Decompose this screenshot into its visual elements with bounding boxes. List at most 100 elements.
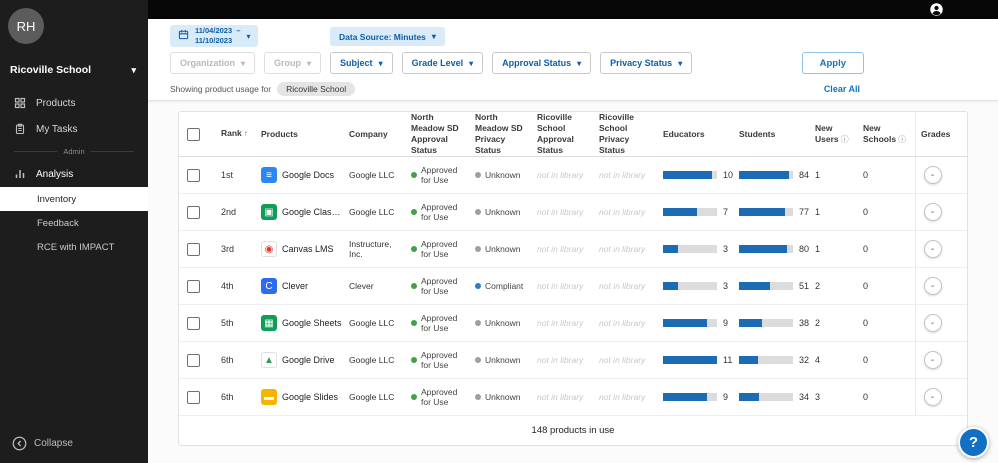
new-users-cell: 1 xyxy=(815,170,821,181)
nav-label: My Tasks xyxy=(36,123,78,135)
org-filter-chip[interactable]: Ricoville School xyxy=(277,82,356,96)
column-header-new-schools[interactable]: New Schools ⓘ xyxy=(863,123,915,145)
filter-panel: 11/04/2023 – 11/10/2023 ▾ Data Source: M… xyxy=(148,19,998,101)
product-link[interactable]: Google Docs xyxy=(282,170,334,180)
privacy-status-dot xyxy=(475,320,481,327)
row-checkbox[interactable] xyxy=(187,316,200,330)
row-checkbox[interactable] xyxy=(187,168,200,182)
org-switcher[interactable]: Ricoville School ▾ xyxy=(0,60,148,80)
rs-approval-cell: not in library xyxy=(537,318,584,329)
company-cell: Google LLC xyxy=(349,391,395,402)
new-users-cell: 4 xyxy=(815,355,821,366)
row-checkbox[interactable] xyxy=(187,205,200,219)
new-users-cell: 1 xyxy=(815,244,821,255)
grades-expand-button[interactable]: - xyxy=(923,388,942,407)
students-bar xyxy=(739,282,793,291)
nm-approval-cell: Approved for Use xyxy=(411,350,475,370)
row-checkbox[interactable] xyxy=(187,353,200,367)
approval-status-dropdown[interactable]: Approval Status ▾ xyxy=(492,52,592,74)
table-row: 4th C Clever Clever Approved for Use Com… xyxy=(179,268,967,306)
product-link[interactable]: Canvas LMS xyxy=(282,244,334,254)
help-button[interactable]: ? xyxy=(958,427,989,458)
nm-approval-cell: Approved for Use xyxy=(411,239,475,259)
sidebar-item-my-tasks[interactable]: My Tasks xyxy=(0,116,148,142)
grades-expand-button[interactable]: - xyxy=(923,203,942,222)
grades-cell: - xyxy=(915,231,955,268)
product-link[interactable]: Google Slides xyxy=(282,392,338,402)
company-cell: Google LLC xyxy=(349,317,395,328)
nav-label: Products xyxy=(36,97,76,109)
educators-bar xyxy=(663,282,717,291)
sidebar-item-feedback[interactable]: Feedback xyxy=(0,211,148,235)
educators-bar xyxy=(663,319,717,328)
org-name: Ricoville School xyxy=(10,64,92,76)
new-schools-cell: 0 xyxy=(863,170,869,181)
data-source-dropdown[interactable]: Data Source: Minutes ▾ xyxy=(330,27,445,46)
product-link[interactable]: Google Classro... xyxy=(282,207,343,217)
row-checkbox[interactable] xyxy=(187,242,200,256)
new-users-cell: 2 xyxy=(815,281,821,292)
grades-expand-button[interactable]: - xyxy=(923,240,942,259)
new-schools-cell: 0 xyxy=(863,318,869,329)
filter-dropdowns: Organization ▾ Group ▾ Subject ▾ Grade Leve… xyxy=(170,52,693,74)
subject-dropdown[interactable]: Subject ▾ xyxy=(330,52,393,74)
grid-icon xyxy=(13,96,27,110)
avatar[interactable]: RH xyxy=(8,8,44,44)
privacy-status-dot xyxy=(475,209,481,216)
google-slides-icon: ▬ xyxy=(261,389,277,406)
column-header-educators[interactable]: Educators xyxy=(663,129,739,140)
privacy-status-dropdown[interactable]: Privacy Status ▾ xyxy=(600,52,693,74)
sidebar-item-products[interactable]: Products xyxy=(0,90,148,116)
table-row: 1st ≡ Google Docs Google LLC Approved fo… xyxy=(179,157,967,195)
grade-level-dropdown[interactable]: Grade Level ▾ xyxy=(401,52,484,74)
rs-privacy-cell: not in library xyxy=(599,355,646,366)
approval-status-dot xyxy=(411,320,417,327)
nm-privacy-cell: Unknown xyxy=(475,318,537,328)
column-header-nm-approval-status[interactable]: North Meadow SD Approval Status xyxy=(411,112,475,156)
clear-all-link[interactable]: Clear All xyxy=(824,84,860,94)
sidebar-item-analysis[interactable]: Analysis xyxy=(0,161,148,187)
google-sheets-icon: ▦ xyxy=(261,315,277,332)
company-cell: Instructure, Inc. xyxy=(349,238,392,260)
chevron-down-icon: ▾ xyxy=(131,64,136,75)
column-header-rs-privacy-status[interactable]: Ricoville School Privacy Status xyxy=(599,112,663,156)
account-icon[interactable] xyxy=(929,2,944,17)
column-header-students[interactable]: Students xyxy=(739,129,815,140)
row-checkbox[interactable] xyxy=(187,390,200,404)
educators-cell: 11 xyxy=(663,355,739,365)
privacy-status-dot xyxy=(475,283,481,290)
product-link[interactable]: Google Sheets xyxy=(282,318,342,328)
column-header-rank[interactable]: Rank ↑ xyxy=(221,128,261,139)
collapse-button[interactable]: Collapse xyxy=(12,436,73,451)
column-header-products[interactable]: Products xyxy=(261,129,349,140)
nm-approval-cell: Approved for Use xyxy=(411,313,475,333)
educators-bar xyxy=(663,171,717,180)
approval-status-dot xyxy=(411,357,417,364)
select-all-checkbox[interactable] xyxy=(187,127,200,141)
apply-button[interactable]: Apply xyxy=(801,52,864,74)
students-cell: 38 xyxy=(739,318,815,328)
educators-cell: 9 xyxy=(663,392,739,402)
sidebar-item-inventory[interactable]: Inventory xyxy=(0,187,148,211)
product-link[interactable]: Clever xyxy=(282,281,308,291)
product-link[interactable]: Google Drive xyxy=(282,355,335,365)
grades-expand-button[interactable]: - xyxy=(923,314,942,333)
rank-cell: 1st xyxy=(221,170,234,181)
column-header-rs-approval-status[interactable]: Ricoville School Approval Status xyxy=(537,112,599,156)
info-icon: ⓘ xyxy=(898,134,907,144)
students-cell: 77 xyxy=(739,207,815,217)
grades-expand-button[interactable]: - xyxy=(923,277,942,296)
column-header-nm-privacy-status[interactable]: North Meadow SD Privacy Status xyxy=(475,112,537,156)
rank-cell: 3rd xyxy=(221,244,235,255)
row-checkbox[interactable] xyxy=(187,279,200,293)
column-header-company[interactable]: Company xyxy=(349,129,411,140)
privacy-status-dot xyxy=(475,357,481,364)
date-range-picker[interactable]: 11/04/2023 – 11/10/2023 ▾ xyxy=(170,25,259,47)
column-header-new-users[interactable]: New Users ⓘ xyxy=(815,123,863,145)
sidebar-item-rce-with-impact[interactable]: RCE with IMPACT xyxy=(0,235,148,259)
google-drive-icon: ▲ xyxy=(261,352,277,369)
grades-expand-button[interactable]: - xyxy=(923,351,942,370)
new-users-cell: 3 xyxy=(815,392,821,403)
table-body: 1st ≡ Google Docs Google LLC Approved fo… xyxy=(179,157,967,417)
grades-expand-button[interactable]: - xyxy=(923,166,942,185)
